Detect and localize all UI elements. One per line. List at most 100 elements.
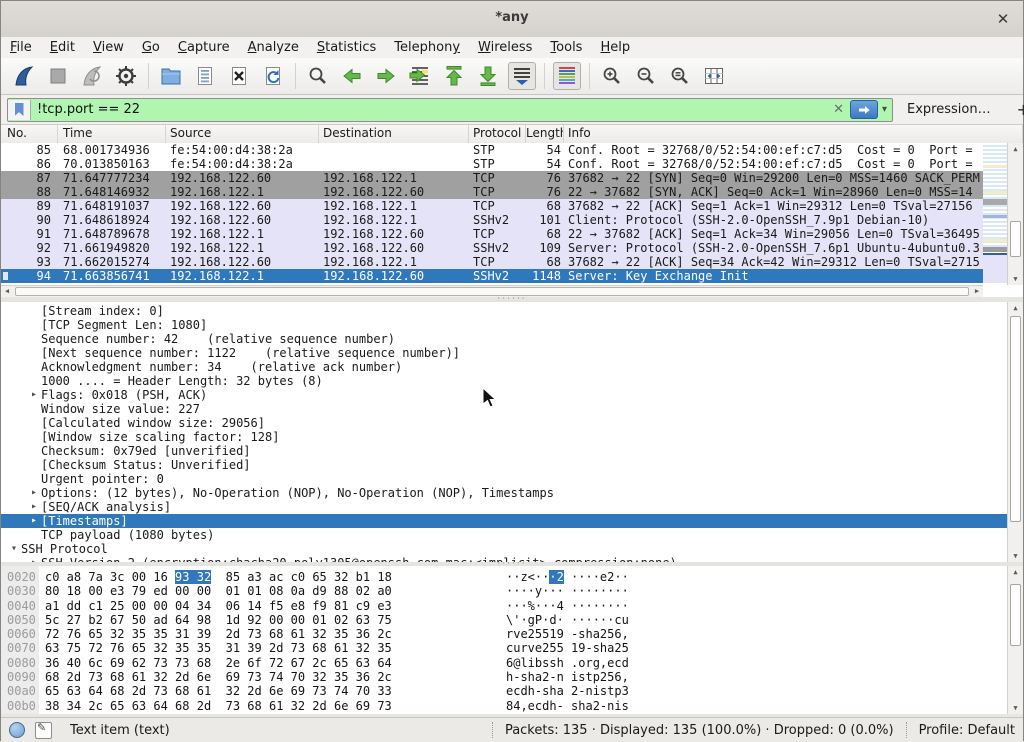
column-header-info[interactable]: Info	[564, 125, 1023, 143]
packet-row[interactable]: 9171.648789678192.168.122.1192.168.122.6…	[1, 227, 983, 241]
column-header-no[interactable]: No.	[1, 125, 58, 143]
detail-line[interactable]: 1000 .... = Header Length: 32 bytes (8)	[1, 374, 1007, 388]
packet-row[interactable]: 9371.662015274192.168.122.60192.168.122.…	[1, 255, 983, 269]
hex-row[interactable]: 00a065 63 64 68 2d 73 68 61 32 2d 6e 69 …	[1, 684, 1007, 698]
go-to-top-button[interactable]	[440, 62, 468, 90]
reload-file-button[interactable]	[259, 62, 287, 90]
scroll-down-icon[interactable]	[1008, 550, 1023, 562]
detail-line[interactable]: [TCP Segment Len: 1080]	[1, 318, 1007, 332]
hex-row[interactable]: 00b038 34 2c 65 63 64 68 2d 73 68 61 32 …	[1, 699, 1007, 713]
column-header-destination[interactable]: Destination	[319, 125, 469, 143]
go-forward-button[interactable]	[372, 62, 400, 90]
scroll-down-icon[interactable]	[1008, 273, 1023, 285]
expander-collapsed-icon[interactable]: ▸	[27, 500, 41, 514]
go-back-button[interactable]	[338, 62, 366, 90]
detail-line[interactable]: Checksum: 0x79ed [unverified]	[1, 444, 1007, 458]
go-to-packet-button[interactable]	[406, 62, 434, 90]
filter-clear-icon[interactable]: ✕	[829, 102, 848, 117]
menu-file[interactable]: File	[1, 37, 41, 58]
detail-line[interactable]: Window size value: 227	[1, 402, 1007, 416]
detail-line[interactable]: ▾SSH Protocol	[1, 542, 1007, 556]
display-filter-box[interactable]: ✕ ▾	[7, 98, 893, 122]
scroll-thumb[interactable]	[15, 287, 969, 296]
menu-go[interactable]: Go	[133, 37, 169, 58]
zoom-in-button[interactable]	[598, 62, 626, 90]
close-icon[interactable]: ✕	[993, 9, 1013, 29]
intelligent-scrollbar-minimap[interactable]	[983, 143, 1007, 285]
packet-row[interactable]: 8771.647777234192.168.122.60192.168.122.…	[1, 171, 983, 185]
detail-line[interactable]: Urgent pointer: 0	[1, 472, 1007, 486]
hex-row[interactable]: 006072 76 65 32 35 35 31 39 2d 73 68 61 …	[1, 627, 1007, 641]
detail-line[interactable]: ▸[Timestamps]	[1, 514, 1007, 528]
packet-list-hscrollbar[interactable]	[1, 285, 983, 297]
scroll-up-icon[interactable]	[1008, 566, 1023, 578]
menu-telephony[interactable]: Telephony	[385, 37, 469, 58]
detail-line[interactable]: [Window size scaling factor: 128]	[1, 430, 1007, 444]
capture-comment-icon[interactable]	[35, 722, 52, 739]
profile-label[interactable]: Profile: Default	[919, 723, 1015, 738]
column-header-protocol[interactable]: Protocol	[469, 125, 526, 143]
hex-row[interactable]: 007063 75 72 76 65 32 35 35 31 39 2d 73 …	[1, 641, 1007, 655]
filter-bookmark-icon[interactable]	[8, 100, 31, 120]
menu-capture[interactable]: Capture	[169, 37, 239, 58]
hex-row[interactable]: 008036 40 6c 69 62 73 73 68 2e 6f 72 67 …	[1, 656, 1007, 670]
scroll-right-icon[interactable]	[971, 286, 983, 297]
hex-row[interactable]: 009068 2d 73 68 61 32 2d 6e 69 73 74 70 …	[1, 670, 1007, 684]
menu-help[interactable]: Help	[591, 37, 639, 58]
scroll-up-icon[interactable]	[1008, 143, 1023, 155]
start-capture-button[interactable]	[10, 62, 38, 90]
menu-analyze[interactable]: Analyze	[239, 37, 308, 58]
detail-line[interactable]: ▸Options: (12 bytes), No-Operation (NOP)…	[1, 486, 1007, 500]
detail-line[interactable]: Sequence number: 42 (relative sequence n…	[1, 332, 1007, 346]
detail-vscrollbar[interactable]	[1007, 302, 1023, 562]
menu-edit[interactable]: Edit	[41, 37, 84, 58]
packet-row[interactable]: 8568.001734936fe:54:00:d4:38:2aSTP54Conf…	[1, 143, 983, 157]
hex-row[interactable]: 00505c 27 b2 67 50 ad 64 98 1d 92 00 00 …	[1, 613, 1007, 627]
display-filter-input[interactable]	[31, 102, 829, 117]
menu-wireless[interactable]: Wireless	[469, 37, 541, 58]
scroll-down-icon[interactable]	[1008, 702, 1023, 714]
packet-row[interactable]: 9471.663856741192.168.122.1192.168.122.6…	[1, 269, 983, 283]
packet-row[interactable]: 9271.661949820192.168.122.1192.168.122.6…	[1, 241, 983, 255]
expander-collapsed-icon[interactable]: ▸	[27, 514, 41, 528]
scroll-left-icon[interactable]	[1, 286, 13, 297]
open-file-button[interactable]	[157, 62, 185, 90]
detail-line[interactable]: [Stream index: 0]	[1, 304, 1007, 318]
detail-line[interactable]: [Next sequence number: 1122 (relative se…	[1, 346, 1007, 360]
scroll-up-icon[interactable]	[1008, 302, 1023, 314]
filter-apply-button[interactable]	[850, 100, 878, 119]
zoom-out-button[interactable]	[632, 62, 660, 90]
expert-info-icon[interactable]	[9, 722, 25, 738]
packet-row[interactable]: 8670.013850163fe:54:00:d4:38:2aSTP54Conf…	[1, 157, 983, 171]
column-header-time[interactable]: Time	[58, 125, 166, 143]
detail-line[interactable]: TCP payload (1080 bytes)	[1, 528, 1007, 542]
menu-statistics[interactable]: Statistics	[308, 37, 385, 58]
detail-line[interactable]: Acknowledgment number: 34 (relative ack …	[1, 360, 1007, 374]
column-header-source[interactable]: Source	[166, 125, 319, 143]
resize-columns-button[interactable]	[700, 62, 728, 90]
colorize-button[interactable]	[553, 62, 581, 90]
packet-row[interactable]: 8971.648191037192.168.122.60192.168.122.…	[1, 199, 983, 213]
zoom-reset-button[interactable]	[666, 62, 694, 90]
scroll-thumb[interactable]	[1010, 316, 1021, 522]
detail-line[interactable]: ▸[SEQ/ACK analysis]	[1, 500, 1007, 514]
add-filter-button[interactable]: +	[1011, 100, 1024, 119]
save-file-button[interactable]	[191, 62, 219, 90]
go-to-bottom-button[interactable]	[474, 62, 502, 90]
menu-tools[interactable]: Tools	[541, 37, 591, 58]
expander-expanded-icon[interactable]: ▾	[7, 542, 21, 556]
filter-dropdown-icon[interactable]: ▾	[880, 104, 892, 115]
hex-row[interactable]: 0020c0 a8 7a 3c 00 16 93 32 85 a3 ac c0 …	[1, 570, 1007, 584]
scroll-thumb[interactable]	[1010, 221, 1021, 257]
scroll-thumb[interactable]	[1010, 584, 1021, 646]
hex-row[interactable]: 003080 18 00 e3 79 ed 00 00 01 01 08 0a …	[1, 584, 1007, 598]
hex-vscrollbar[interactable]	[1007, 566, 1023, 714]
find-packet-button[interactable]	[304, 62, 332, 90]
packet-row[interactable]: 8871.648146932192.168.122.1192.168.122.6…	[1, 185, 983, 199]
detail-line[interactable]: [Calculated window size: 29056]	[1, 416, 1007, 430]
detail-line[interactable]: ▸Flags: 0x018 (PSH, ACK)	[1, 388, 1007, 402]
expression-button[interactable]: Expression…	[907, 102, 991, 117]
hex-row[interactable]: 0040a1 dd c1 25 00 00 04 34 06 14 f5 e8 …	[1, 599, 1007, 613]
column-header-length[interactable]: Length	[526, 125, 564, 143]
expander-collapsed-icon[interactable]: ▸	[27, 388, 41, 402]
